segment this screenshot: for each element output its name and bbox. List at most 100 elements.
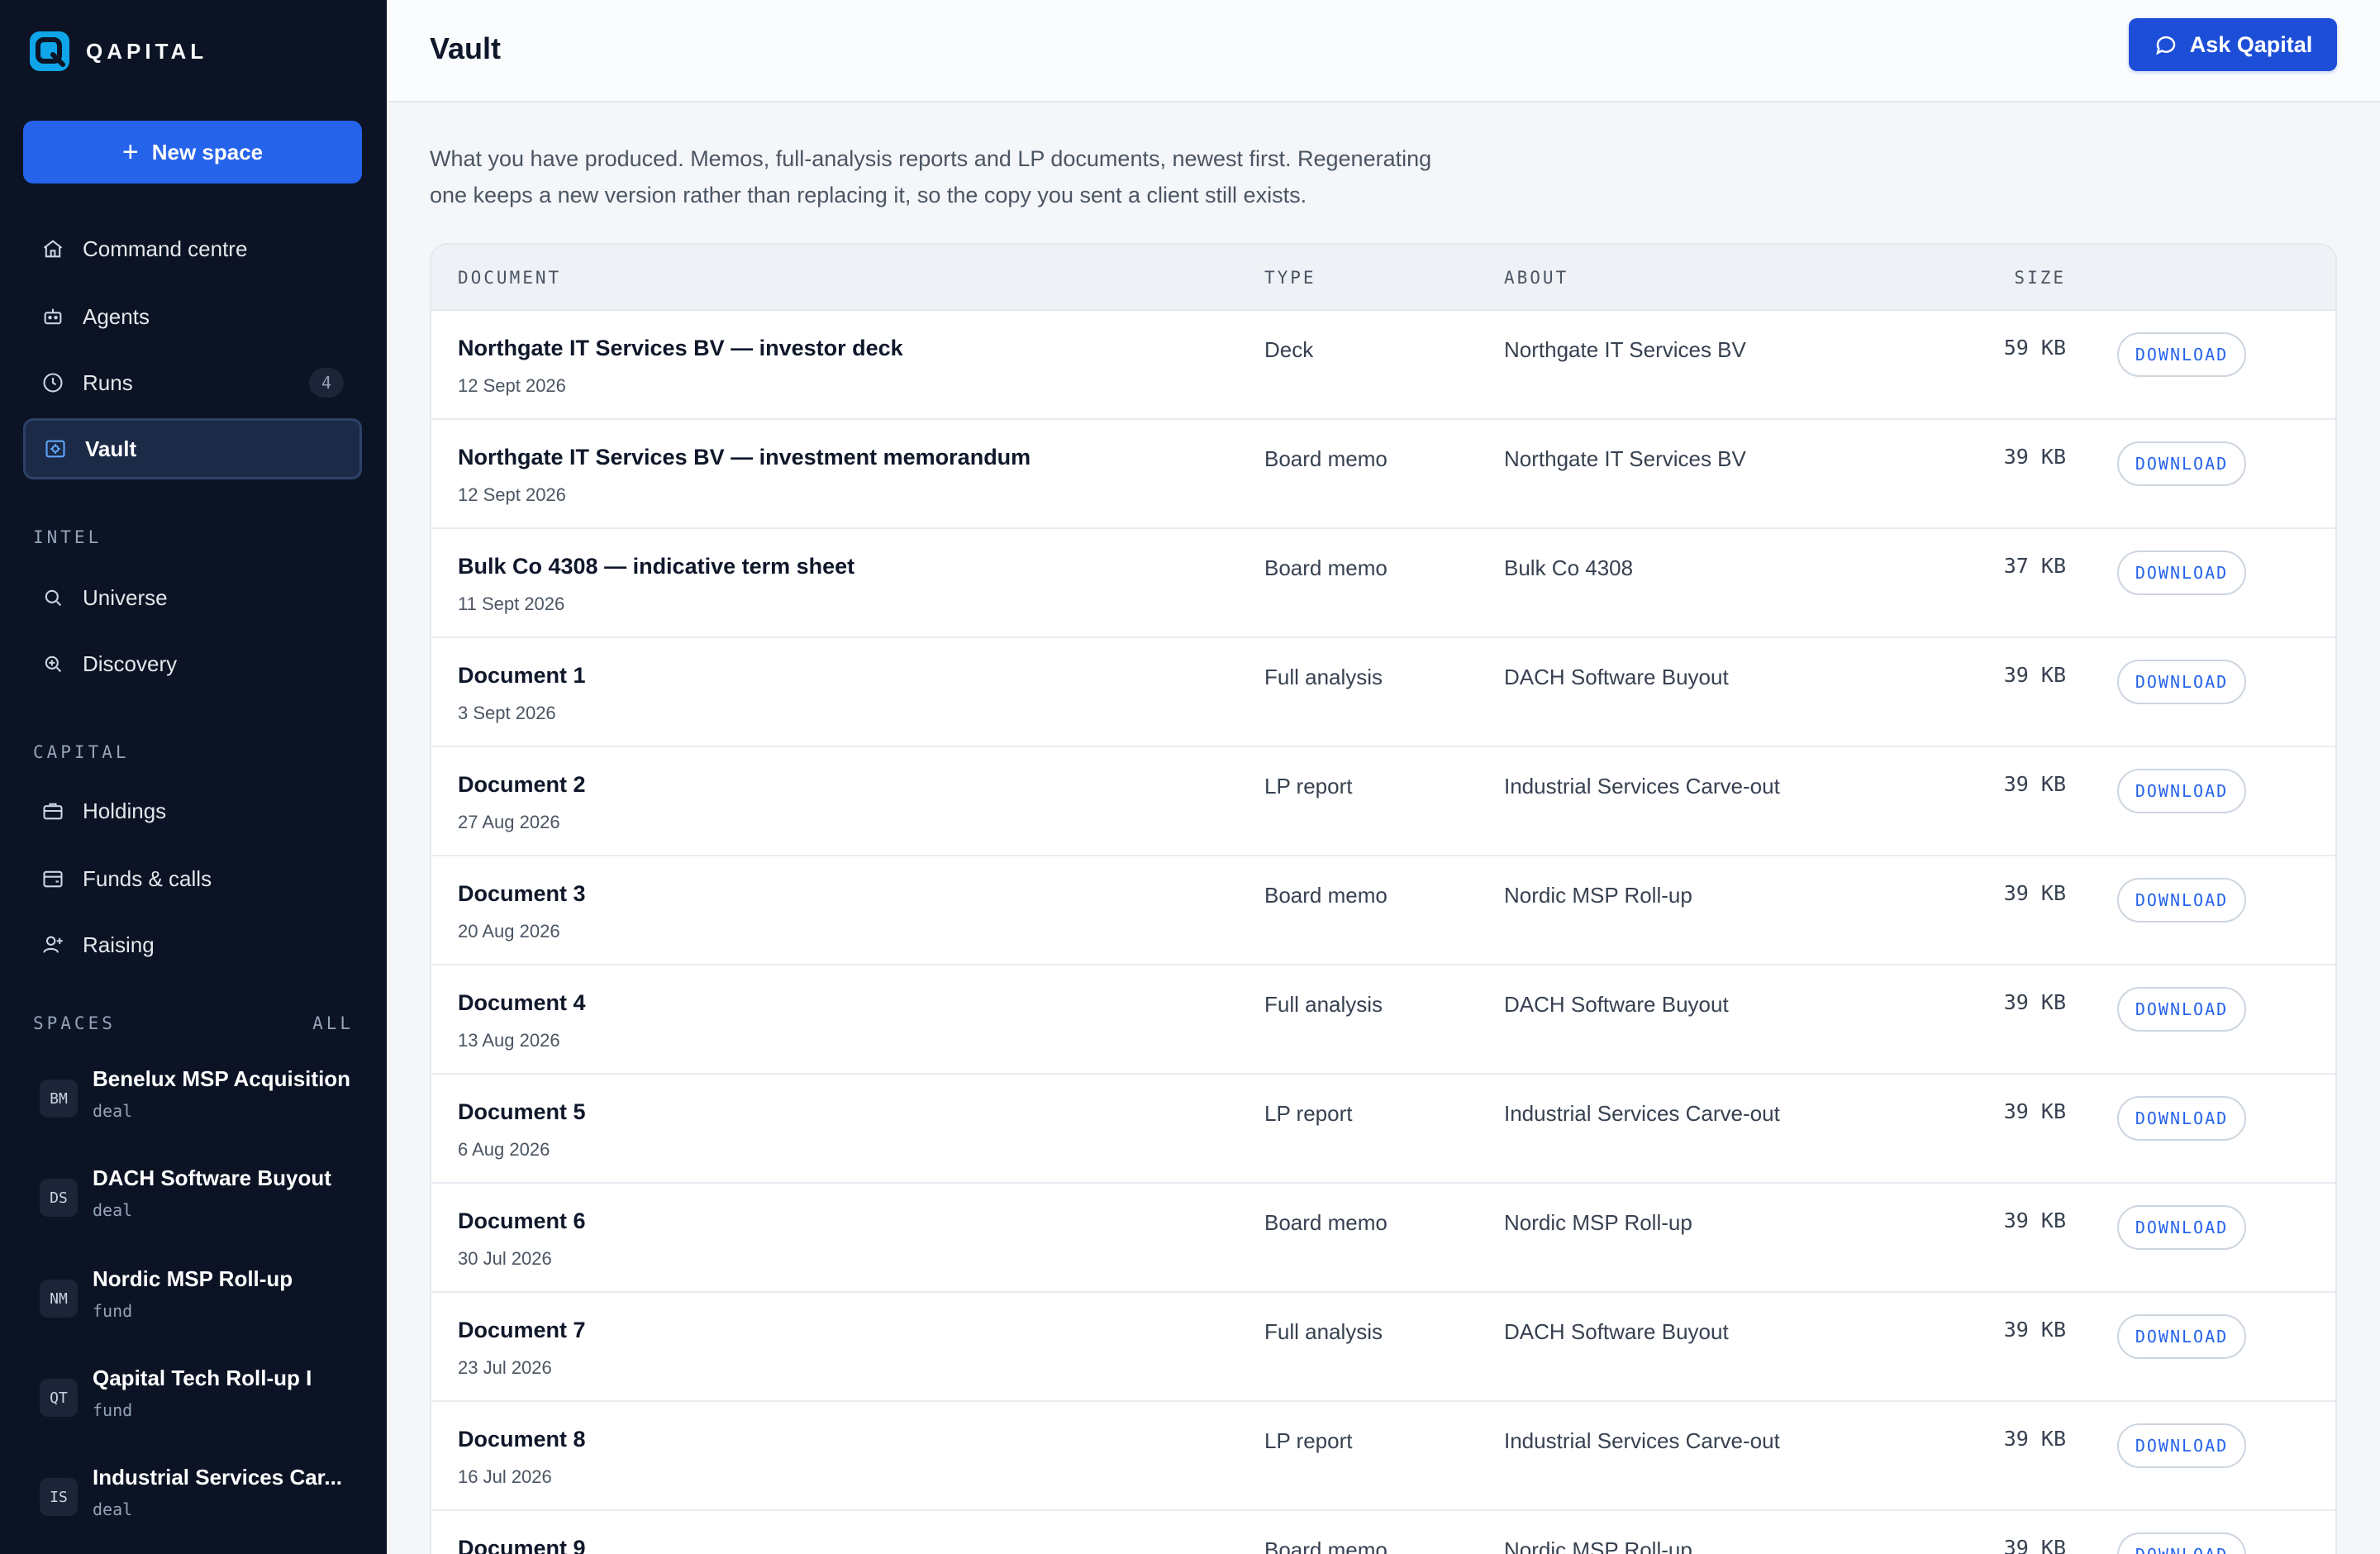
- table-row[interactable]: Document 7 23 Jul 2026 Full analysis DACH S…: [431, 1293, 2335, 1402]
- download-button[interactable]: DOWNLOAD: [2117, 1314, 2246, 1359]
- document-title[interactable]: Document 4: [458, 990, 586, 1016]
- document-about[interactable]: Northgate IT Services BV: [1504, 337, 1746, 363]
- document-about[interactable]: Nordic MSP Roll-up: [1504, 1537, 1692, 1554]
- document-size: 39 KB: [2003, 1536, 2066, 1554]
- document-about[interactable]: Industrial Services Carve-out: [1504, 1101, 1780, 1127]
- space-kind: deal: [93, 1101, 133, 1121]
- download-button[interactable]: DOWNLOAD: [2117, 441, 2246, 486]
- column-header-type: TYPE: [1264, 268, 1316, 288]
- document-title[interactable]: Document 6: [458, 1208, 586, 1234]
- table-row[interactable]: Bulk Co 4308 — indicative term sheet 11 S…: [431, 529, 2335, 638]
- download-button[interactable]: DOWNLOAD: [2117, 878, 2246, 922]
- document-about[interactable]: Nordic MSP Roll-up: [1504, 883, 1692, 908]
- wallet-icon: [43, 870, 63, 888]
- plus-icon: +: [121, 136, 139, 168]
- document-type: Deck: [1264, 337, 1314, 362]
- table-row[interactable]: Document 8 16 Jul 2026 LP report Industrial…: [431, 1402, 2335, 1511]
- document-about[interactable]: Industrial Services Carve-out: [1504, 774, 1780, 799]
- document-about[interactable]: DACH Software Buyout: [1504, 665, 1729, 690]
- document-title[interactable]: Northgate IT Services BV — investor deck: [458, 336, 903, 361]
- nav-item-funds-calls[interactable]: Funds & calls: [23, 848, 362, 909]
- document-about[interactable]: DACH Software Buyout: [1504, 1319, 1729, 1345]
- nav-item-raising[interactable]: Raising: [23, 914, 362, 975]
- download-button[interactable]: DOWNLOAD: [2117, 1533, 2246, 1554]
- nav-item-vault[interactable]: Vault: [23, 418, 362, 479]
- document-type: Full analysis: [1264, 1319, 1383, 1344]
- document-title[interactable]: Document 5: [458, 1099, 586, 1125]
- space-item[interactable]: NM Nordic MSP Roll-up fund: [40, 1265, 362, 1339]
- space-avatar: IS: [40, 1478, 78, 1516]
- page-title: Vault: [430, 31, 502, 65]
- document-date: 27 Aug 2026: [458, 812, 560, 832]
- brand[interactable]: QAPITAL: [30, 31, 207, 71]
- space-name: Industrial Services Car...: [93, 1465, 343, 1490]
- document-type: Board memo: [1264, 555, 1388, 580]
- document-about[interactable]: DACH Software Buyout: [1504, 992, 1729, 1018]
- document-about[interactable]: Northgate IT Services BV: [1504, 446, 1746, 472]
- table-row[interactable]: Document 3 20 Aug 2026 Board memo Nordic MS…: [431, 856, 2335, 965]
- intro-line-1: What you have produced. Memos, full-anal…: [430, 146, 1432, 171]
- download-button[interactable]: DOWNLOAD: [2117, 551, 2246, 595]
- document-size: 39 KB: [2003, 445, 2066, 469]
- download-button[interactable]: DOWNLOAD: [2117, 1096, 2246, 1141]
- download-button[interactable]: DOWNLOAD: [2117, 987, 2246, 1032]
- document-date: 20 Aug 2026: [458, 921, 560, 941]
- document-date: 23 Jul 2026: [458, 1357, 552, 1378]
- chat-bubble-icon: [2155, 36, 2175, 55]
- document-title[interactable]: Document 1: [458, 663, 586, 689]
- download-button[interactable]: DOWNLOAD: [2117, 332, 2246, 377]
- table-row[interactable]: Document 5 6 Aug 2026 LP report Industrial …: [431, 1075, 2335, 1184]
- space-item[interactable]: IS Industrial Services Car... deal: [40, 1463, 362, 1537]
- vault-icon: [45, 440, 65, 458]
- document-title[interactable]: Document 2: [458, 772, 586, 798]
- table-row[interactable]: Document 1 3 Sept 2026 Full analysis DACH S…: [431, 638, 2335, 747]
- document-type: LP report: [1264, 1101, 1353, 1126]
- document-title[interactable]: Document 9: [458, 1536, 586, 1554]
- space-name: Qapital Tech Roll-up I: [93, 1366, 312, 1390]
- document-about[interactable]: Nordic MSP Roll-up: [1504, 1210, 1692, 1236]
- document-date: 6 Aug 2026: [458, 1139, 550, 1160]
- download-button[interactable]: DOWNLOAD: [2117, 1205, 2246, 1250]
- nav-item-runs[interactable]: Runs 4: [23, 352, 362, 413]
- document-size: 39 KB: [2003, 772, 2066, 796]
- document-title[interactable]: Document 7: [458, 1318, 586, 1343]
- document-about[interactable]: Bulk Co 4308: [1504, 555, 1633, 581]
- space-item[interactable]: DS DACH Software Buyout deal: [40, 1164, 362, 1238]
- space-kind: deal: [93, 1499, 133, 1519]
- nav-item-universe[interactable]: Universe: [23, 567, 362, 628]
- table-row[interactable]: Document 6 30 Jul 2026 Board memo Nordic MS…: [431, 1184, 2335, 1293]
- nav-label: Agents: [83, 303, 150, 329]
- download-button[interactable]: DOWNLOAD: [2117, 769, 2246, 813]
- nav-item-holdings[interactable]: Holdings: [23, 780, 362, 841]
- table-row[interactable]: Northgate IT Services BV — investment me…: [431, 420, 2335, 529]
- new-space-button[interactable]: + New space: [23, 121, 362, 184]
- document-size: 59 KB: [2003, 336, 2066, 360]
- download-button[interactable]: DOWNLOAD: [2117, 1423, 2246, 1468]
- spaces-all-link[interactable]: ALL: [312, 1013, 354, 1033]
- document-date: 12 Sept 2026: [458, 375, 566, 396]
- document-about[interactable]: Industrial Services Carve-out: [1504, 1428, 1780, 1454]
- document-title[interactable]: Document 3: [458, 881, 586, 907]
- ask-qapital-button[interactable]: Ask Qapital: [2129, 18, 2337, 71]
- nav-label: Vault: [85, 436, 137, 461]
- space-item[interactable]: BM Benelux MSP Acquisition deal: [40, 1065, 362, 1139]
- nav-label: Funds & calls: [83, 865, 212, 891]
- space-item[interactable]: QT Qapital Tech Roll-up I fund: [40, 1364, 362, 1438]
- table-row[interactable]: Document 2 27 Aug 2026 LP report Industrial…: [431, 747, 2335, 856]
- document-size: 39 KB: [2003, 881, 2066, 905]
- document-title[interactable]: Document 8: [458, 1427, 586, 1452]
- document-date: 12 Sept 2026: [458, 484, 566, 505]
- table-row[interactable]: Document 9 Board memo Nordic MSP Roll-up 39…: [431, 1511, 2335, 1554]
- nav-item-discovery[interactable]: Discovery: [23, 633, 362, 694]
- download-button[interactable]: DOWNLOAD: [2117, 660, 2246, 704]
- nav-item-command-centre[interactable]: Command centre: [23, 218, 362, 279]
- nav-item-agents[interactable]: Agents: [23, 286, 362, 347]
- brand-name: QAPITAL: [86, 38, 208, 64]
- search-icon: [45, 589, 62, 607]
- table-row[interactable]: Document 4 13 Aug 2026 Full analysis DACH S…: [431, 965, 2335, 1075]
- document-title[interactable]: Northgate IT Services BV — investment me…: [458, 445, 1031, 470]
- document-type: Board memo: [1264, 446, 1388, 471]
- document-title[interactable]: Bulk Co 4308 — indicative term sheet: [458, 554, 854, 579]
- table-row[interactable]: Northgate IT Services BV — investor deck…: [431, 311, 2335, 420]
- document-type: Board memo: [1264, 1210, 1388, 1235]
